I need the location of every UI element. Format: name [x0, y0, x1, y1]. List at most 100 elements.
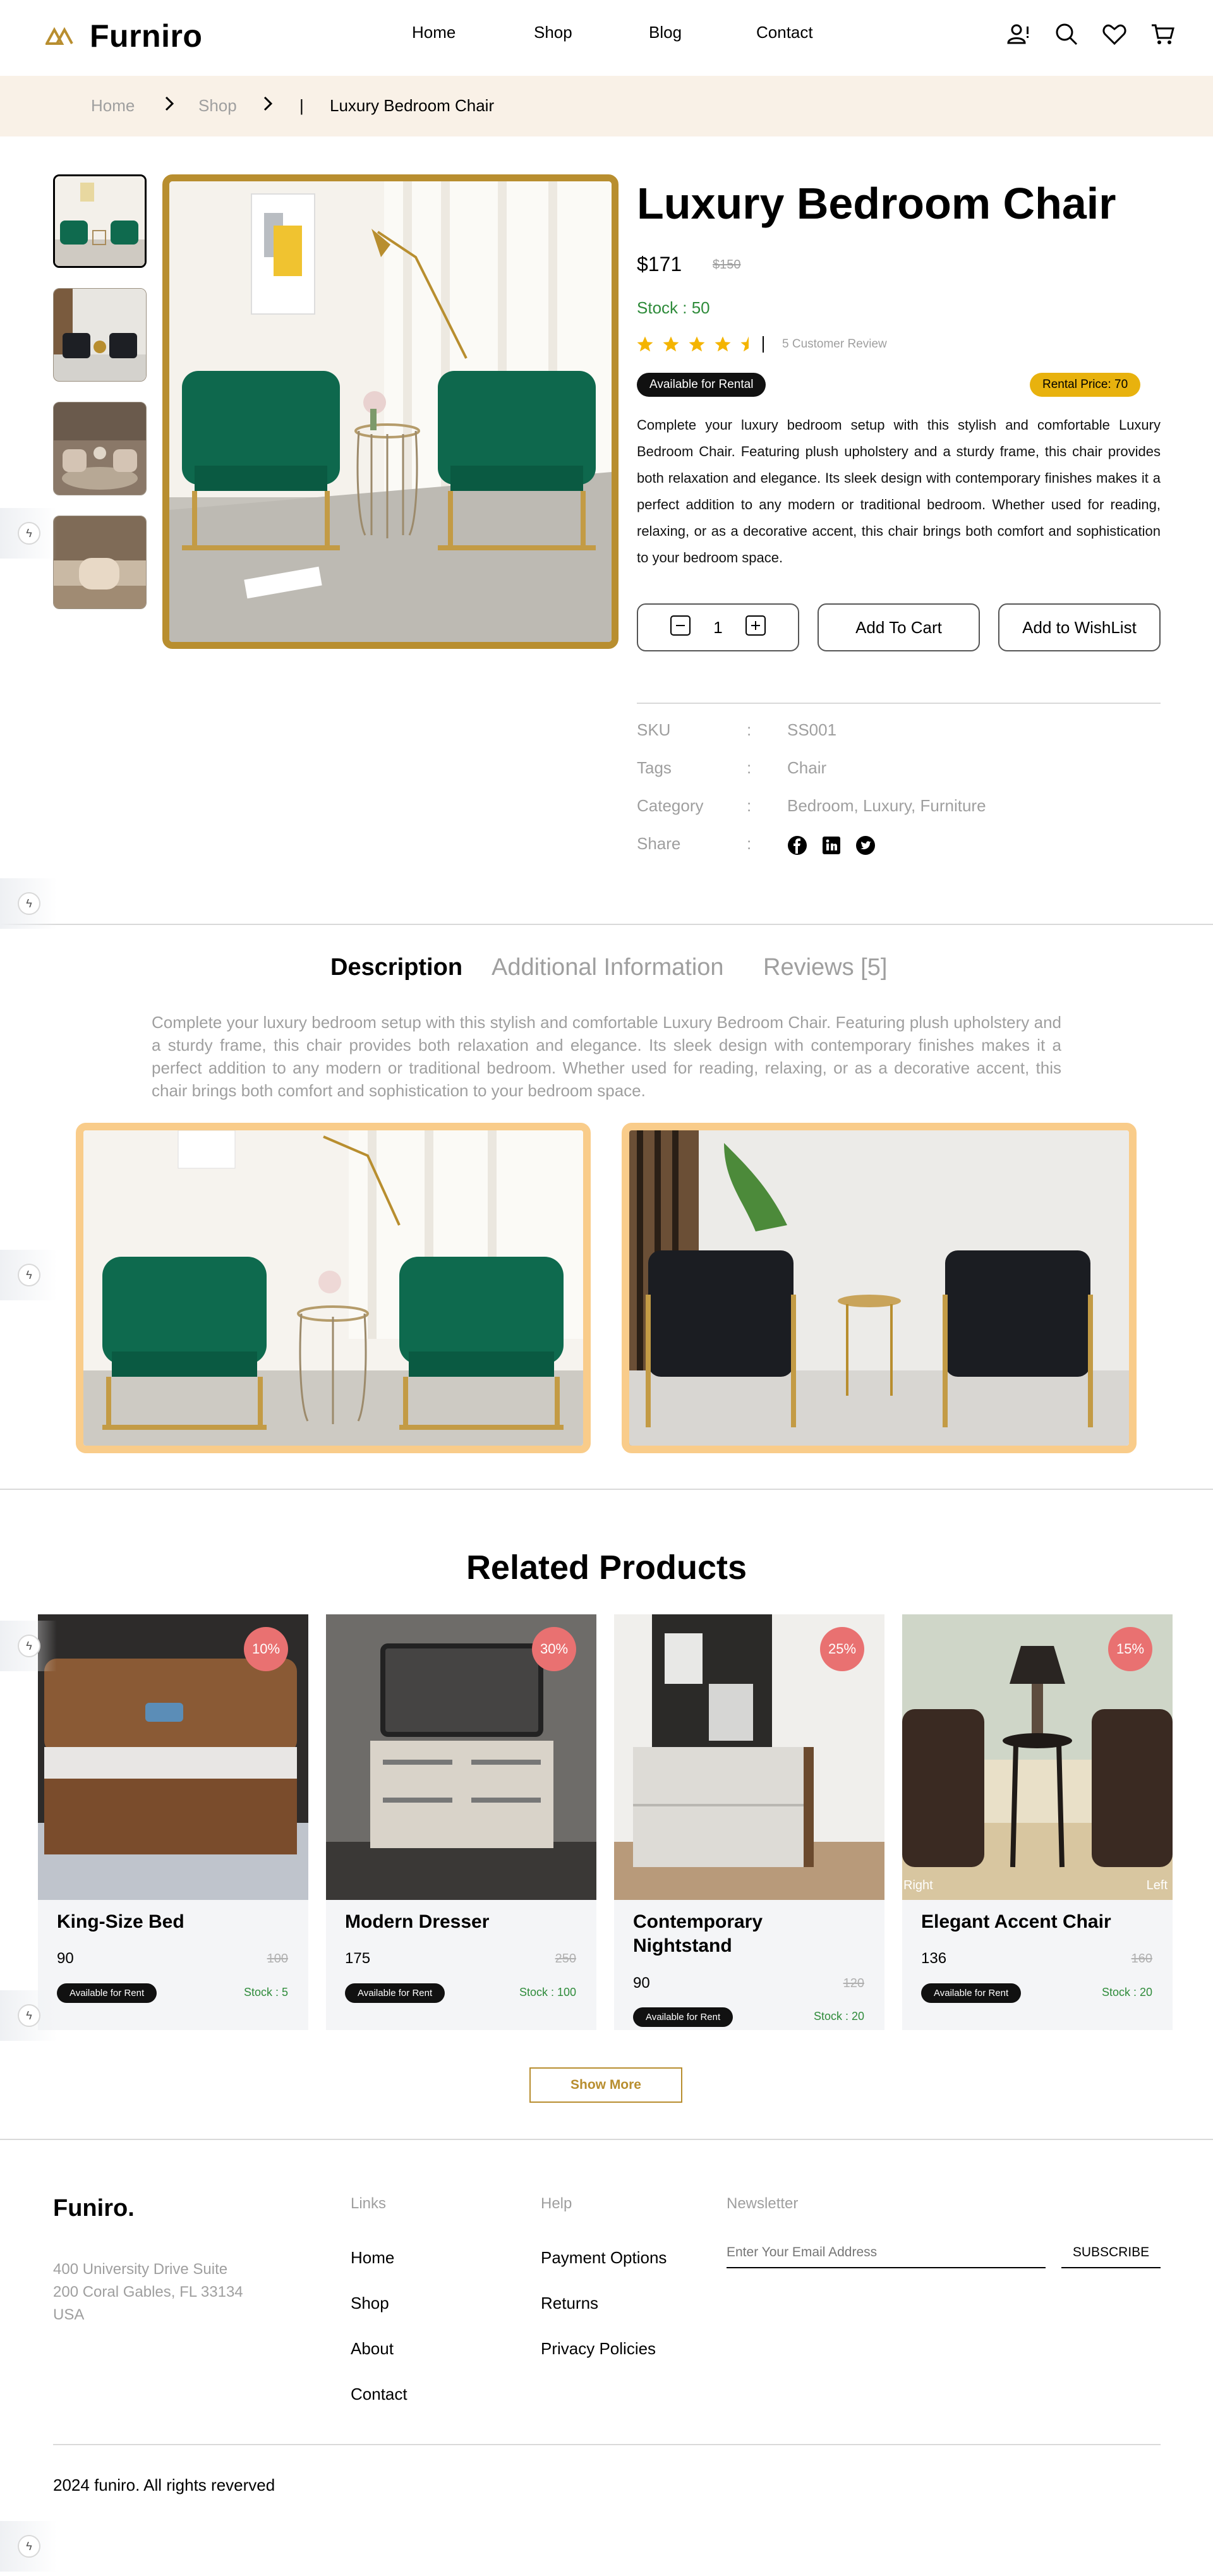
brand-logo[interactable]: Furniro [45, 18, 202, 54]
rating-divider [763, 336, 764, 353]
footer-link-returns[interactable]: Returns [541, 2294, 598, 2313]
product-stock: Stock : 5 [243, 1986, 288, 1999]
header-actions [1006, 21, 1175, 47]
floating-widget: ϟ [0, 878, 57, 929]
product-card[interactable]: 10% King-Size Bed 90 100 Available for R… [38, 1614, 308, 2030]
product-old-price: 160 [1131, 1952, 1152, 1966]
meta-colon: : [747, 796, 752, 815]
breadcrumb-separator: | [299, 96, 304, 115]
image-caption-left: Right [903, 1878, 933, 1892]
discount-badge: 10% [244, 1627, 288, 1671]
product-stock: Stock : 20 [813, 2010, 864, 2023]
product-card[interactable]: Right Left 15% Elegant Accent Chair 136 … [902, 1614, 1173, 2030]
footer-bottom-divider [53, 2444, 1161, 2445]
meta-colon: : [747, 720, 752, 739]
plus-button[interactable] [745, 615, 766, 640]
breadcrumb-shop[interactable]: Shop [198, 96, 237, 116]
site-header: Furniro Home Shop Blog Contact [0, 0, 1213, 76]
cart-icon[interactable] [1150, 21, 1175, 47]
lightning-icon[interactable]: ϟ [18, 1635, 40, 1657]
facebook-icon[interactable] [787, 835, 807, 860]
tab-reviews[interactable]: Reviews [5] [763, 954, 887, 981]
product-card[interactable]: 25% Contemporary Nightstand 90 120 Avail… [614, 1614, 884, 2030]
tab-description[interactable]: Description [330, 954, 462, 981]
chevron-right-icon [163, 95, 176, 117]
meta-share-label: Share [637, 834, 681, 853]
meta-sku: SKU : SS001 [637, 720, 836, 740]
product-price: 90 [633, 1974, 650, 1992]
meta-divider [637, 703, 1161, 704]
rent-badge: Available for Rent [57, 1983, 157, 2003]
footer-link-contact[interactable]: Contact [351, 2385, 407, 2404]
star-icon [689, 336, 705, 352]
footer-link-payment-options[interactable]: Payment Options [541, 2248, 667, 2268]
show-more-button[interactable]: Show More [529, 2067, 682, 2103]
lightning-icon[interactable]: ϟ [18, 892, 40, 915]
meta-tags: Tags : Chair [637, 758, 826, 778]
meta-tags-value: Chair [787, 758, 827, 777]
footer-link-about[interactable]: About [351, 2339, 394, 2359]
newsletter-email-input[interactable] [727, 2238, 1046, 2268]
linkedin-icon[interactable] [821, 835, 842, 860]
quantity-stepper: 1 [637, 603, 799, 651]
subscribe-button[interactable]: SUBSCRIBE [1061, 2238, 1161, 2268]
footer-address: 400 University Drive Suite 200 Coral Gab… [53, 2258, 243, 2326]
lightning-icon[interactable]: ϟ [18, 522, 40, 545]
product-stock: Stock : 20 [1101, 1986, 1152, 1999]
footer-link-home[interactable]: Home [351, 2248, 394, 2268]
thumbnail-3[interactable] [53, 402, 147, 495]
nav-blog[interactable]: Blog [649, 23, 682, 42]
thumbnail-2[interactable] [53, 288, 147, 382]
product-stock: Stock : 100 [519, 1986, 576, 1999]
breadcrumb-home[interactable]: Home [91, 96, 135, 116]
minus-button[interactable] [670, 615, 691, 640]
section-divider [0, 1489, 1213, 1490]
nav-home[interactable]: Home [412, 23, 456, 42]
quantity-value[interactable]: 1 [713, 618, 722, 638]
footer-brand: Funiro. [53, 2195, 135, 2222]
product-price: 90 [57, 1950, 74, 1967]
rating-stars [636, 335, 758, 354]
star-half-icon [740, 336, 749, 352]
product-old-price: 250 [555, 1952, 576, 1966]
footer-divider [0, 2139, 1213, 2140]
search-icon[interactable] [1054, 21, 1079, 47]
address-line: 200 Coral Gables, FL 33134 [53, 2283, 243, 2301]
account-alert-icon[interactable] [1006, 21, 1031, 47]
floating-widget: ϟ [0, 1990, 57, 2041]
floating-widget: ϟ [0, 1250, 57, 1300]
thumbnail-4[interactable] [53, 516, 147, 609]
meta-sku-label: SKU [637, 720, 671, 739]
breadcrumb-current: Luxury Bedroom Chair [330, 96, 495, 115]
nav-contact[interactable]: Contact [756, 23, 813, 42]
product-name: Contemporary Nightstand [633, 1911, 763, 1956]
lightning-icon[interactable]: ϟ [18, 2535, 40, 2558]
meta-category-value: Bedroom, Luxury, Furniture [787, 796, 986, 815]
product-name: Modern Dresser [345, 1911, 490, 1932]
star-icon [663, 336, 679, 352]
footer-link-shop[interactable]: Shop [351, 2294, 389, 2313]
product-old-price: 100 [267, 1952, 288, 1966]
footer-newsletter-label: Newsletter [727, 2195, 799, 2212]
thumbnail-1[interactable] [53, 174, 147, 268]
footer-link-privacy-policies[interactable]: Privacy Policies [541, 2339, 656, 2359]
heart-icon[interactable] [1102, 21, 1127, 47]
tab-content-description: Complete your luxury bedroom setup with … [152, 1013, 1061, 1100]
twitter-icon[interactable] [855, 835, 876, 860]
footer-help-label: Help [541, 2195, 572, 2212]
lightning-icon[interactable]: ϟ [18, 2004, 40, 2027]
rent-badge: Available for Rent [345, 1983, 445, 2003]
review-count[interactable]: 5 Customer Review [782, 337, 887, 351]
add-to-cart-button[interactable]: Add To Cart [818, 603, 980, 651]
footer-links-label: Links [351, 2195, 387, 2212]
nav-shop[interactable]: Shop [534, 23, 572, 42]
description-image-1 [76, 1123, 591, 1453]
add-to-wishlist-button[interactable]: Add to WishList [998, 603, 1161, 651]
floating-widget: ϟ [0, 2521, 57, 2572]
meta-category-label: Category [637, 796, 704, 815]
discount-badge: 30% [532, 1627, 576, 1671]
lightning-icon[interactable]: ϟ [18, 1264, 40, 1286]
product-card[interactable]: 30% Modern Dresser 175 250 Available for… [326, 1614, 596, 2030]
tab-additional-information[interactable]: Additional Information [492, 954, 724, 981]
address-line: USA [53, 2306, 85, 2323]
